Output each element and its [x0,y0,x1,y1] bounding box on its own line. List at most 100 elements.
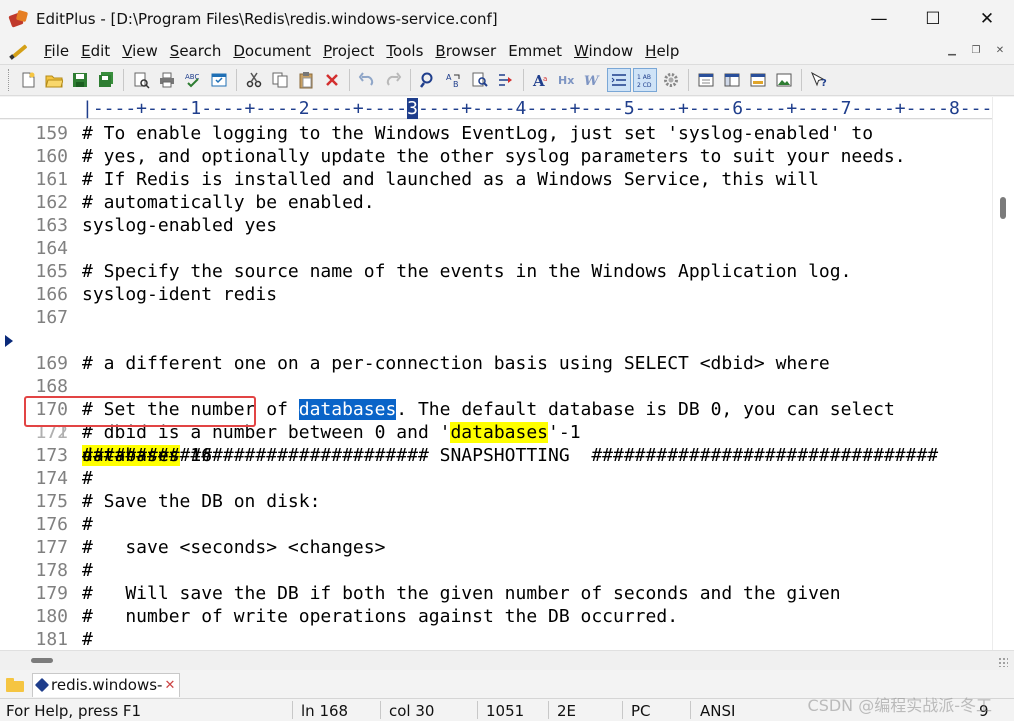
new-file-button[interactable] [16,68,40,92]
menu-window[interactable]: Window [568,42,639,60]
menu-tools[interactable]: Tools [380,42,429,60]
menu-search[interactable]: Search [164,42,228,60]
document-pen-icon[interactable] [8,42,30,60]
editor-line[interactable]: 175 # Save the DB on disk: [0,490,992,513]
annotation-highlight-box [24,396,256,427]
editor-line[interactable]: 167 [0,306,992,329]
menu-document[interactable]: Document [227,42,317,60]
vertical-scrollbar[interactable] [992,97,1014,650]
editor-line[interactable]: 176 # [0,513,992,536]
copy-button[interactable] [268,68,292,92]
editor-line[interactable]: 179 # Will save the DB if both the given … [0,582,992,605]
save-all-button[interactable] [94,68,118,92]
horizontal-scrollbar[interactable] [0,650,1014,670]
browser-preview-button[interactable] [207,68,231,92]
editor-line[interactable]: 173 ################################ SNAP… [0,444,992,467]
resize-grip-icon[interactable] [998,657,1008,667]
current-line-marker-icon [5,335,13,347]
directory-window-button[interactable] [720,68,744,92]
output-window-button[interactable] [746,68,770,92]
spell-check-button[interactable]: ABC [181,68,205,92]
undo-button[interactable] [355,68,379,92]
editor-line[interactable]: 170 # dbid is a number between 0 and 'da… [0,375,992,443]
status-encoding[interactable]: ANSI [700,702,735,720]
ruler-toggle-button[interactable]: 1 AB 2 CD [633,68,657,92]
clipboard-paste-icon [299,72,313,89]
menu-browser[interactable]: Browser [429,42,502,60]
print-button[interactable] [155,68,179,92]
svg-text:Hx: Hx [558,74,574,87]
tab-close-icon[interactable]: ✕ [164,678,175,693]
text-editor[interactable]: 159 # To enable logging to the Windows Ev… [0,120,992,650]
replace-button[interactable]: AB [442,68,466,92]
word-wrap-icon: W [584,74,600,89]
find-button[interactable] [416,68,440,92]
gear-icon [664,73,678,87]
menu-view[interactable]: View [116,42,164,60]
vertical-scroll-thumb[interactable] [1000,197,1006,219]
horizontal-scroll-thumb[interactable] [31,658,53,663]
doc-close-button[interactable]: ✕ [992,42,1008,58]
menu-help[interactable]: Help [639,42,685,60]
watermark-text: CSDN @编程实战派-冬工 [807,696,992,715]
redo-button[interactable] [381,68,405,92]
toolbar-separator [801,69,802,91]
document-window-controls: ▁ ❐ ✕ [944,42,1008,58]
menu-file[interactable]: File [38,42,75,60]
context-help-button[interactable]: ? [807,68,831,92]
save-button[interactable] [68,68,92,92]
close-button[interactable]: ✕ [960,0,1014,38]
doc-restore-button[interactable]: ❐ [968,42,984,58]
delete-button[interactable] [320,68,344,92]
maximize-button[interactable]: ☐ [906,0,960,38]
editor-line[interactable]: 181 # [0,628,992,650]
hex-view-button[interactable]: Hx [555,68,579,92]
minimize-button[interactable]: — [852,0,906,38]
editor-line[interactable]: 162 # automatically be enabled. [0,191,992,214]
menu-emmet[interactable]: Emmet [502,42,568,60]
cut-button[interactable] [242,68,266,92]
editor-line[interactable]: 160 # yes, and optionally update the othe… [0,145,992,168]
editor-line[interactable]: 165 # Specify the source name of the even… [0,260,992,283]
editor-line[interactable]: 159 # To enable logging to the Windows Ev… [0,122,992,145]
toolbar-separator [349,69,350,91]
word-wrap-button[interactable]: W [581,68,605,92]
editor-line[interactable]: 177 # save <seconds> <changes> [0,536,992,559]
editor-line[interactable]: 164 [0,237,992,260]
open-file-button[interactable] [42,68,66,92]
delete-x-icon [326,74,338,86]
menu-edit[interactable]: Edit [75,42,116,60]
editor-line[interactable]: 169 # a different one on a per-connection… [0,352,992,375]
editor-line[interactable]: 163 syslog-enabled yes [0,214,992,237]
find-in-files-button[interactable] [468,68,492,92]
folder-icon[interactable] [6,677,24,692]
image-window-icon [776,73,792,87]
column-ruler: |----+----1----+----2----+----3----+----… [0,97,992,119]
line-number: 181 [35,629,68,650]
goto-line-button[interactable] [494,68,518,92]
menu-project[interactable]: Project [317,42,380,60]
line-number: 174 [35,468,68,489]
editor-line[interactable]: 178 # [0,559,992,582]
font-button[interactable]: Aa [529,68,553,92]
browser-window-button[interactable] [772,68,796,92]
status-separator [477,701,478,719]
replace-icon: AB [446,73,460,89]
line-text: # automatically be enabled. [82,192,375,213]
toolbar-grip[interactable] [8,69,11,91]
settings-button[interactable] [659,68,683,92]
editor-line[interactable]: 174 # [0,467,992,490]
editor-line[interactable]: 161 # If Redis is installed and launched … [0,168,992,191]
magnifier-icon [420,72,433,88]
paste-button[interactable] [294,68,318,92]
open-folder-icon [45,75,63,88]
editor-line[interactable]: 180 # number of write operations against … [0,605,992,628]
status-line-ending[interactable]: PC [631,702,651,720]
cliptext-window-button[interactable] [694,68,718,92]
line-number-toggle-button[interactable] [607,68,631,92]
editor-line-current[interactable]: 168 # Set the number of databases. The d… [0,329,992,420]
editor-line[interactable]: 166 syslog-ident redis [0,283,992,306]
tab-redis-windows-service-conf[interactable]: redis.windows- ✕ [32,672,181,697]
doc-minimize-button[interactable]: ▁ [944,42,960,58]
print-preview-button[interactable] [129,68,153,92]
